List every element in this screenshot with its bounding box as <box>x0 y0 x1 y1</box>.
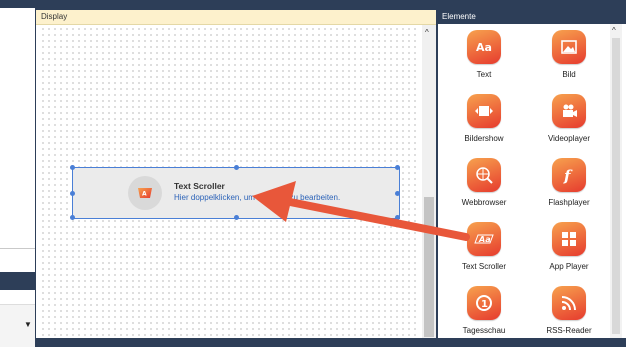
resize-handle[interactable] <box>70 165 75 170</box>
display-canvas[interactable]: A Text Scroller Hier doppelklicken, um d… <box>40 26 420 338</box>
element-tagesschau[interactable]: 1 Tagesschau <box>440 286 520 346</box>
rss-icon <box>552 286 586 320</box>
image-icon <box>552 30 586 64</box>
text-scroller-widget[interactable]: A Text Scroller Hier doppelklicken, um d… <box>70 165 400 220</box>
widget-title: Text Scroller <box>174 181 225 191</box>
video-camera-icon <box>552 94 586 128</box>
element-label: Flashplayer <box>548 198 590 207</box>
widget-icon-circle: A <box>128 176 162 210</box>
slideshow-icon <box>467 94 501 128</box>
element-videoplayer[interactable]: Videoplayer <box>525 94 605 154</box>
element-text-scroller[interactable]: Aa Text Scroller <box>440 222 520 282</box>
element-app-player[interactable]: App Player <box>525 222 605 282</box>
element-label: RSS-Reader <box>546 326 592 335</box>
element-flashplayer[interactable]: f Flashplayer <box>525 158 605 218</box>
tagesschau-icon: 1 <box>467 286 501 320</box>
text-scroller-icon: A <box>138 188 152 198</box>
element-webbrowser[interactable]: Webbrowser <box>440 158 520 218</box>
globe-search-icon <box>467 158 501 192</box>
left-divider <box>0 248 35 249</box>
element-label: Text <box>476 70 492 79</box>
display-scrollbar[interactable]: ^ <box>422 25 436 338</box>
resize-handle[interactable] <box>70 191 75 196</box>
widget-hint: Hier doppelklicken, um den Text zu bearb… <box>174 193 341 202</box>
resize-handle[interactable] <box>234 165 239 170</box>
svg-text:Aa: Aa <box>478 235 491 244</box>
element-label: App Player <box>549 262 589 271</box>
resize-handle[interactable] <box>395 165 400 170</box>
elements-header: Elemente <box>438 10 626 24</box>
resize-handle[interactable] <box>395 215 400 220</box>
dropdown-arrow-icon[interactable]: ▼ <box>24 320 32 329</box>
text-aa-icon: Aa <box>467 30 501 64</box>
resize-handle[interactable] <box>234 215 239 220</box>
flash-icon: f <box>552 158 586 192</box>
element-label: Bild <box>562 70 576 79</box>
scrollbar-thumb[interactable] <box>424 197 434 337</box>
scroll-up-icon[interactable]: ^ <box>612 26 616 35</box>
resize-handle[interactable] <box>70 215 75 220</box>
element-label: Webbrowser <box>461 198 507 207</box>
left-section-header <box>0 272 35 290</box>
scrollbar-thumb[interactable] <box>612 38 620 334</box>
text-scroller-icon: Aa <box>467 222 501 256</box>
element-bild[interactable]: Bild <box>525 30 605 90</box>
app-grid-icon <box>552 222 586 256</box>
elements-scrollbar[interactable]: ^ <box>610 24 622 338</box>
element-rss-reader[interactable]: RSS-Reader <box>525 286 605 346</box>
element-label: Bildershow <box>464 134 504 143</box>
display-panel: Display A Text Scroller Hier doppelklick… <box>36 10 436 338</box>
element-label: Tagesschau <box>462 326 506 335</box>
element-label: Text Scroller <box>461 262 506 271</box>
scroll-up-icon[interactable]: ^ <box>425 28 429 37</box>
svg-text:1: 1 <box>481 299 488 310</box>
svg-text:f: f <box>563 167 573 185</box>
resize-handle[interactable] <box>395 191 400 196</box>
element-label: Videoplayer <box>547 134 591 143</box>
elements-panel: Elemente Aa Text Bild Bildershow Videopl… <box>438 10 626 338</box>
display-header: Display <box>36 10 436 25</box>
left-sidebar: ▼ <box>0 8 35 347</box>
element-bildershow[interactable]: Bildershow <box>440 94 520 154</box>
svg-text:A: A <box>142 191 147 198</box>
element-text[interactable]: Aa Text <box>440 30 520 90</box>
svg-text:Aa: Aa <box>476 41 492 54</box>
